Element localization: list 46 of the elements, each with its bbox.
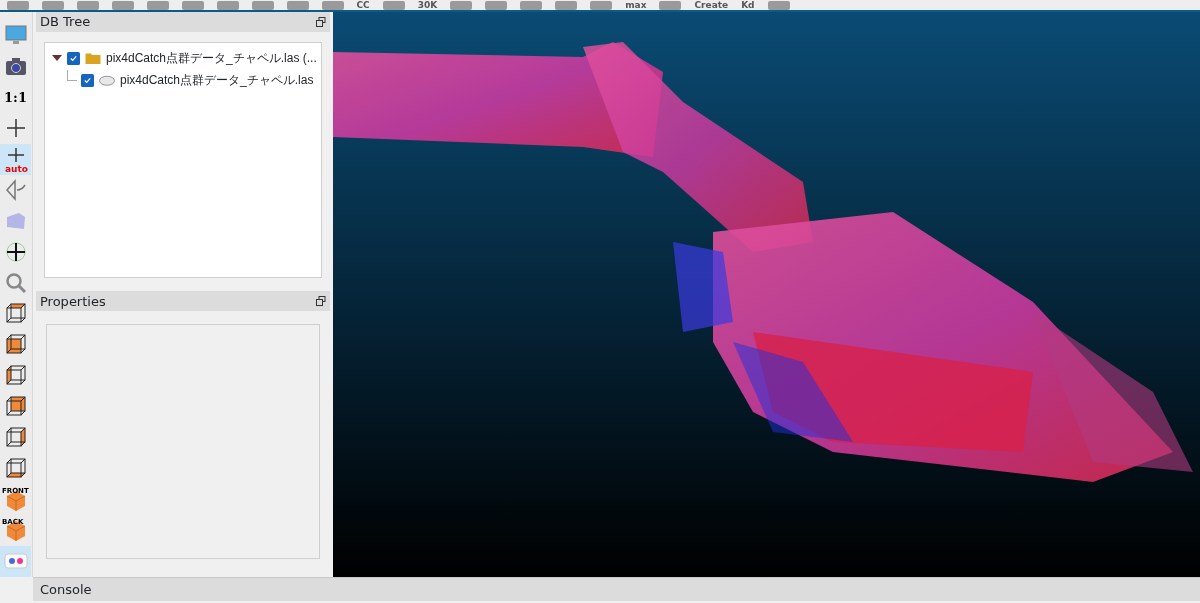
toolbar-icon[interactable] bbox=[111, 1, 134, 10]
toolbar-button[interactable]: max bbox=[625, 0, 647, 10]
toolbar-icon[interactable] bbox=[146, 1, 169, 10]
view-tool-button[interactable]: auto bbox=[0, 143, 31, 175]
checkbox[interactable] bbox=[81, 73, 94, 87]
panel-title: Properties bbox=[40, 292, 106, 311]
toolbar-icon[interactable] bbox=[485, 1, 508, 10]
move-icon bbox=[3, 240, 28, 265]
toolbar-icon[interactable] bbox=[251, 1, 274, 10]
toolbar-icon[interactable] bbox=[181, 1, 204, 10]
cube-icon bbox=[3, 363, 28, 388]
toolbar-button[interactable]: Kd bbox=[741, 0, 755, 10]
float-icon[interactable] bbox=[316, 17, 326, 27]
toolbar-icon[interactable] bbox=[590, 1, 613, 10]
cube-icon bbox=[3, 456, 28, 481]
toolbar-icon[interactable] bbox=[555, 1, 578, 10]
toolbar-icon[interactable] bbox=[450, 1, 473, 10]
auto-label: auto bbox=[5, 164, 28, 174]
toolbar-icon[interactable] bbox=[382, 1, 405, 10]
view-tool-button[interactable]: 1:1 bbox=[0, 81, 31, 113]
tree-item-label[interactable]: pix4dCatch点群データ_チャペル.las (... bbox=[106, 49, 317, 67]
toolbar-button[interactable]: Create bbox=[694, 0, 729, 10]
cube-icon bbox=[3, 332, 28, 357]
toolbar-icon[interactable] bbox=[659, 1, 682, 10]
checkbox[interactable] bbox=[67, 51, 80, 65]
crosshair-icon bbox=[7, 148, 24, 163]
toolbar-icon[interactable] bbox=[767, 1, 790, 10]
search-icon bbox=[3, 270, 28, 295]
toolbar-icon[interactable] bbox=[286, 1, 309, 10]
toolbar-icon[interactable] bbox=[520, 1, 543, 10]
panel-title: Console bbox=[40, 580, 92, 599]
toolbar-button[interactable]: 30K bbox=[417, 0, 438, 10]
tree-item-label[interactable]: pix4dCatch点群データ_チャペル.las bbox=[120, 71, 314, 89]
toolbar-icon[interactable] bbox=[41, 1, 64, 10]
cube-icon bbox=[3, 394, 28, 419]
scale-label: 1:1 bbox=[4, 88, 27, 107]
cube-icon bbox=[3, 301, 28, 326]
float-icon[interactable] bbox=[316, 296, 326, 307]
toolbar-icon[interactable] bbox=[216, 1, 239, 10]
toolbar-button[interactable]: CC bbox=[356, 0, 370, 10]
toolbar-icon[interactable] bbox=[76, 1, 99, 10]
toolbar-icon[interactable] bbox=[6, 1, 29, 10]
toolbar-icon[interactable] bbox=[321, 1, 344, 10]
panel-title: DB Tree bbox=[40, 13, 91, 32]
cube-icon bbox=[3, 425, 28, 450]
perspective-icon bbox=[3, 178, 28, 203]
